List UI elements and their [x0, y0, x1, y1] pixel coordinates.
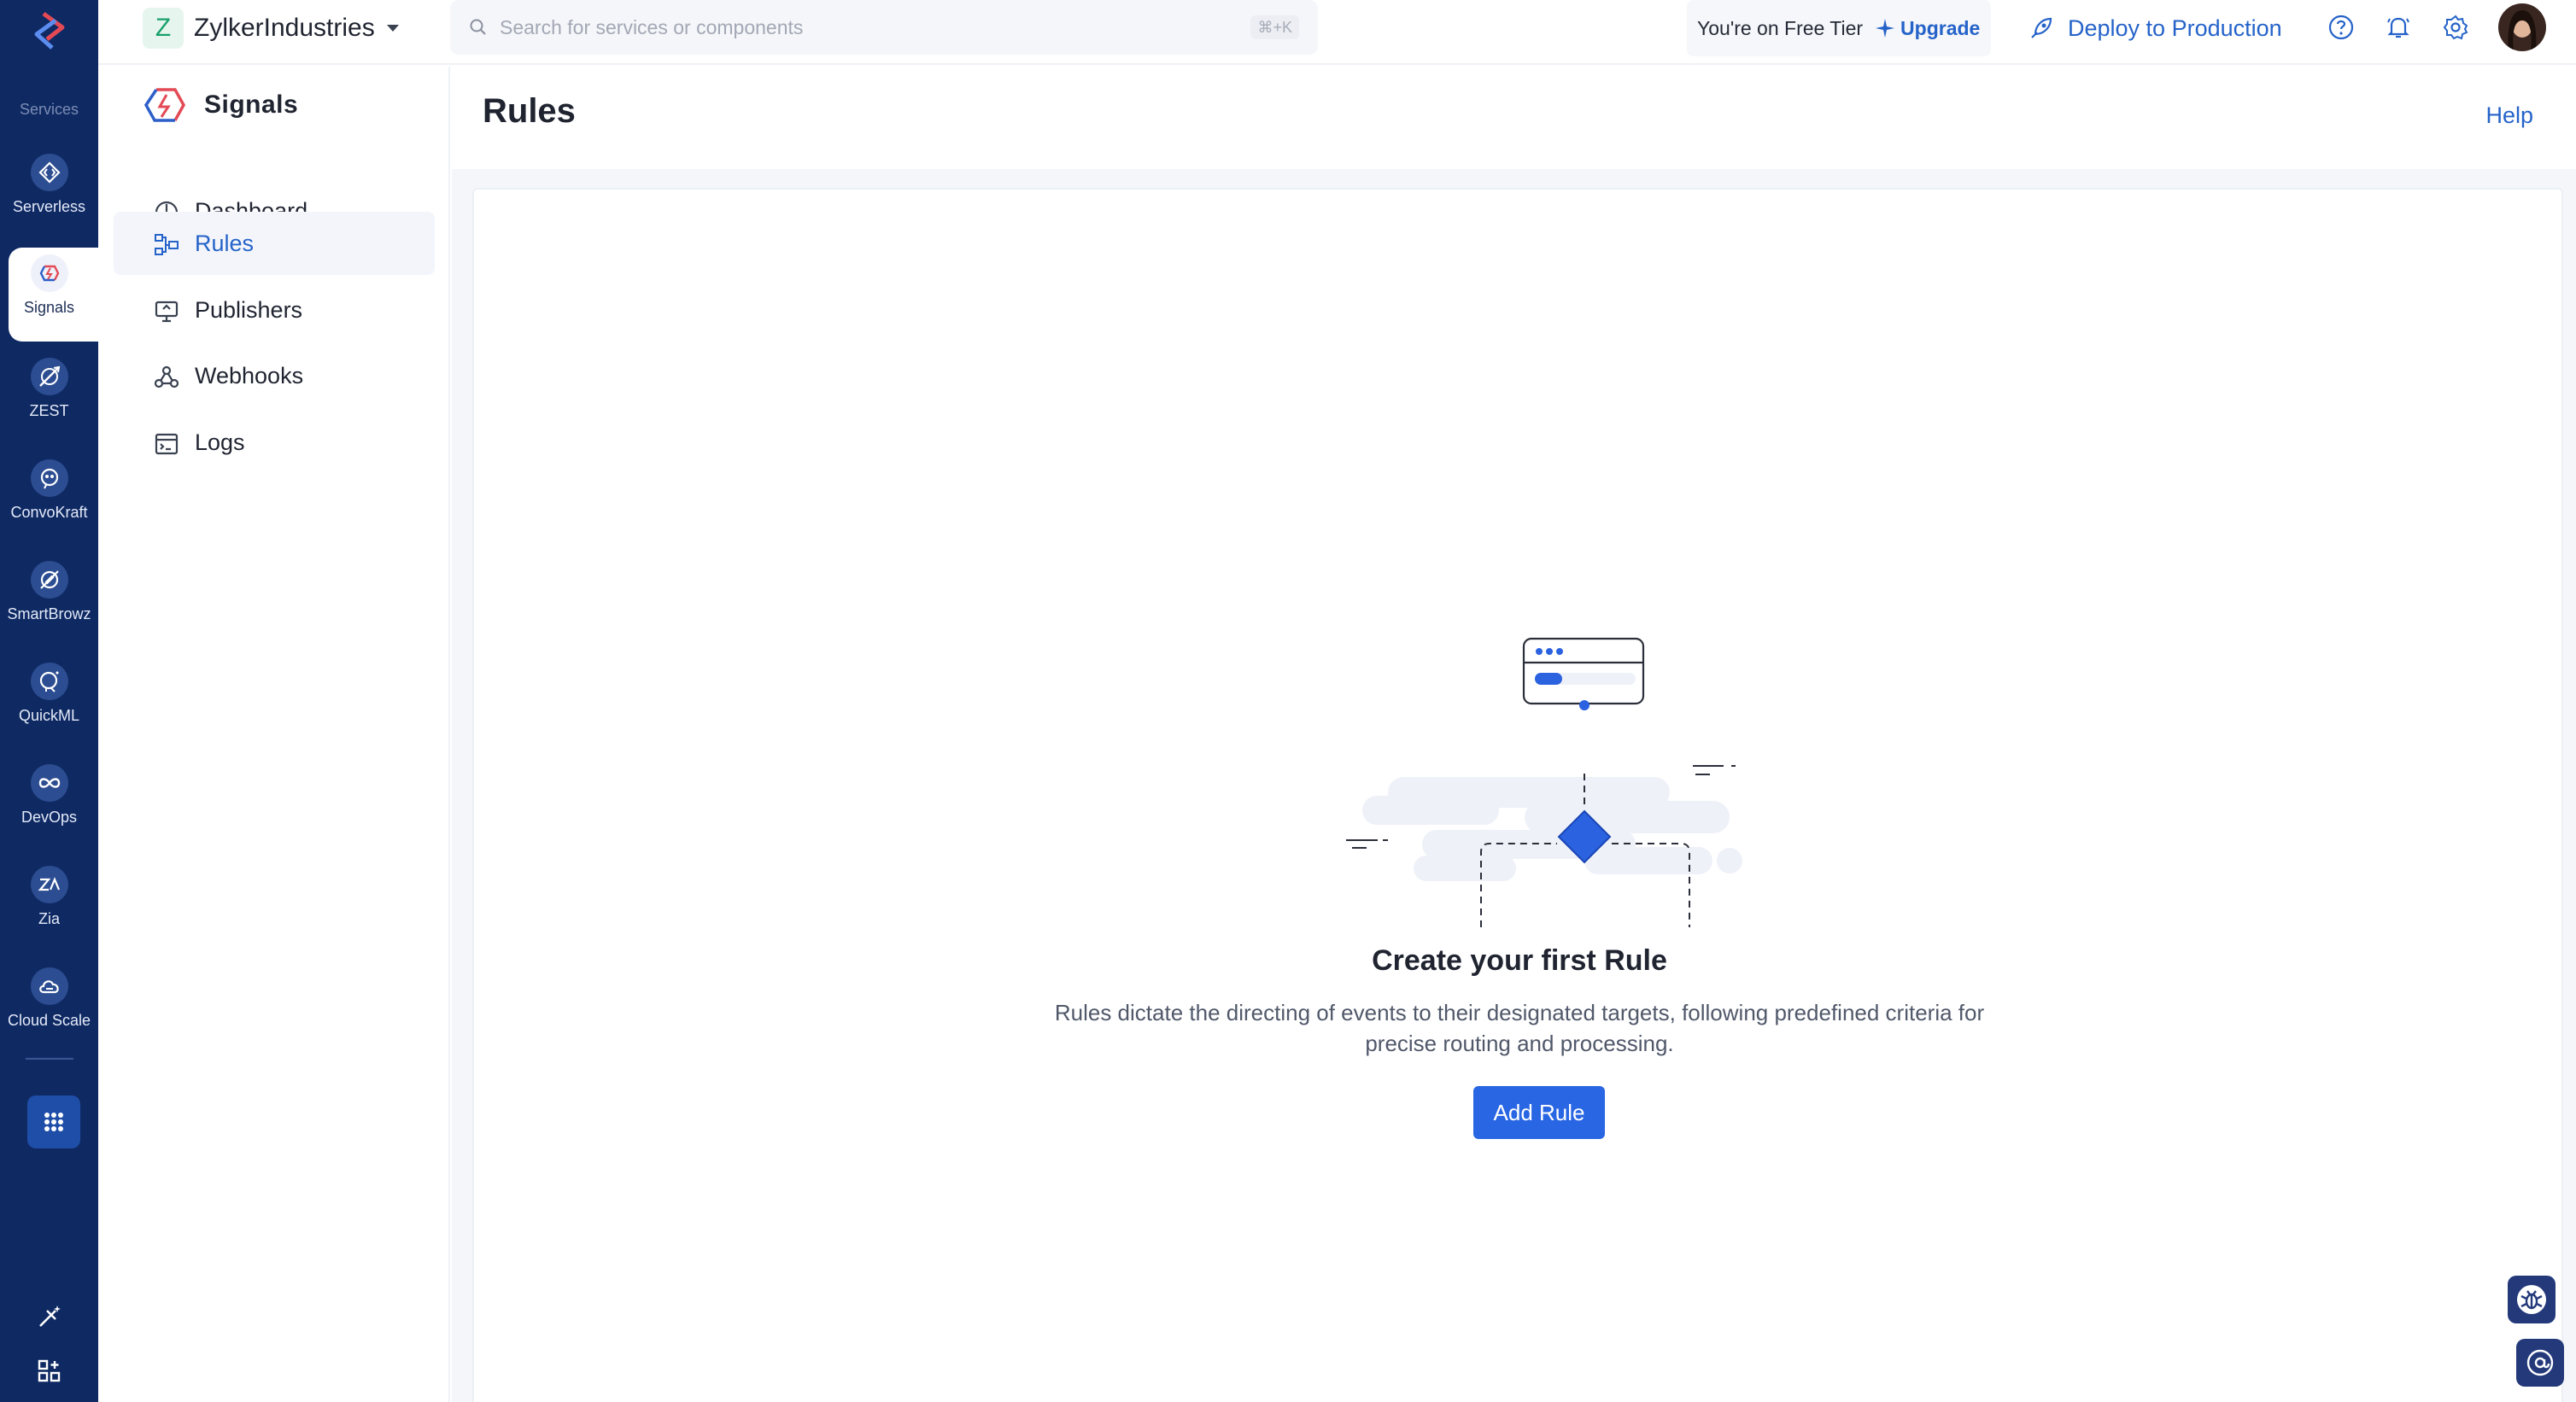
org-avatar: Z	[143, 8, 184, 49]
org-name: ZylkerIndustries	[194, 14, 375, 42]
empty-state-desc-line-1: Rules dictate the directing of events to…	[1054, 1000, 1985, 1025]
plan-tier-banner: You're on Free Tier Upgrade	[1687, 0, 1991, 56]
rail-item-label: SmartBrowz	[7, 605, 91, 622]
all-apps-button[interactable]	[27, 1095, 80, 1148]
rules-empty-illustration	[1346, 637, 1742, 927]
rail-item-label: ConvoKraft	[10, 504, 88, 521]
services-rail: Services Serverless Signals ZEST ConvoKr…	[0, 0, 98, 1402]
rules-icon	[155, 234, 179, 255]
rail-item-quickml[interactable]: QuickML	[0, 656, 98, 750]
rail-item-devops[interactable]: DevOps	[0, 757, 98, 851]
sidebar-item-rules[interactable]: Rules	[114, 212, 435, 275]
rail-divider	[26, 1058, 73, 1060]
bug-report-button[interactable]	[2508, 1276, 2556, 1323]
signals-icon	[31, 254, 68, 292]
ml-head-icon	[31, 663, 68, 700]
rail-item-convokraft[interactable]: ConvoKraft	[0, 453, 98, 546]
bot-face-icon	[31, 459, 68, 497]
rail-item-signals[interactable]: Signals	[9, 248, 98, 342]
upgrade-link[interactable]: Upgrade	[1875, 17, 1980, 40]
sidebar-header: Signals	[141, 79, 298, 131]
search-input[interactable]	[500, 15, 1149, 39]
rail-item-label: ZEST	[29, 402, 69, 419]
grid-dots-icon	[44, 1113, 63, 1131]
empty-state-description: Rules dictate the directing of events to…	[1007, 997, 2032, 1059]
services-heading: Services	[19, 101, 79, 118]
compass-icon	[31, 561, 68, 599]
sidebar-item-label: Webhooks	[195, 362, 304, 388]
rail-item-cloud-scale[interactable]: Cloud Scale	[0, 961, 98, 1054]
upgrade-label: Upgrade	[1900, 16, 1981, 39]
org-switcher[interactable]: Z ZylkerIndustries	[143, 7, 401, 50]
rail-item-label: Cloud Scale	[7, 1012, 91, 1029]
webhooks-icon	[154, 365, 179, 388]
add-widget-icon[interactable]	[32, 1354, 67, 1388]
rail-item-label: Serverless	[12, 198, 86, 215]
page-header: Rules Help	[452, 67, 2576, 169]
tier-text: You're on Free Tier	[1697, 16, 1864, 39]
rail-item-label: Zia	[38, 910, 60, 927]
rail-item-zest[interactable]: ZEST	[0, 351, 98, 445]
deploy-to-production-button[interactable]: Deploy to Production	[2029, 10, 2282, 46]
help-circle-icon[interactable]	[2324, 10, 2358, 44]
deploy-label: Deploy to Production	[2068, 15, 2282, 41]
publishers-icon	[155, 301, 179, 323]
settings-gear-icon[interactable]	[2438, 10, 2473, 44]
sidebar-item-label: Publishers	[195, 296, 303, 323]
zest-icon	[31, 358, 68, 395]
user-avatar[interactable]	[2498, 3, 2546, 51]
add-rule-button[interactable]: Add Rule	[1473, 1086, 1605, 1139]
bug-icon	[2517, 1285, 2546, 1314]
sidebar-item-label: Logs	[195, 429, 245, 455]
signals-logo-icon	[143, 88, 186, 122]
sidebar-item-publishers[interactable]: Publishers	[114, 278, 435, 342]
code-diamond-icon	[31, 154, 68, 191]
empty-state-title: Create your first Rule	[1372, 944, 1667, 977]
empty-state-panel: Create your first Rule Rules dictate the…	[472, 188, 2563, 1402]
infinity-icon	[31, 764, 68, 802]
sidebar-item-label: Rules	[195, 230, 255, 256]
rail-item-smartbrowz[interactable]: SmartBrowz	[0, 554, 98, 648]
rail-item-label: Signals	[23, 299, 75, 316]
signals-sidebar: Signals Dashboard Rules Publishers Webho…	[98, 67, 450, 1402]
page-title: Rules	[483, 92, 576, 130]
logs-icon	[155, 433, 179, 455]
rail-item-label: DevOps	[20, 809, 78, 826]
sidebar-title: Signals	[204, 91, 299, 119]
main-content: Rules Help Create your first Rule Rules …	[452, 67, 2576, 1402]
catalyst-logo-icon[interactable]	[26, 9, 73, 56]
empty-state-desc-line-2: precise routing and processing.	[1365, 1031, 1674, 1056]
at-sign-chat-icon	[2526, 1349, 2554, 1376]
rail-item-label: QuickML	[18, 707, 79, 724]
zia-icon	[31, 866, 68, 903]
sidebar-item-logs[interactable]: Logs	[114, 411, 435, 474]
search-shortcut-hint: ⌘+K	[1250, 15, 1299, 39]
help-link[interactable]: Help	[2485, 102, 2533, 129]
rail-item-zia[interactable]: Zia	[0, 859, 98, 953]
cloud-icon	[31, 967, 68, 1005]
chat-support-button[interactable]	[2516, 1339, 2564, 1387]
rail-item-serverless[interactable]: Serverless	[0, 147, 98, 241]
global-search[interactable]: ⌘+K	[450, 0, 1318, 55]
top-bar: Z ZylkerIndustries ⌘+K You're on Free Ti…	[98, 0, 2576, 65]
notification-bell-icon[interactable]	[2381, 10, 2415, 44]
search-icon	[470, 19, 486, 35]
caret-down-icon	[386, 25, 399, 32]
sparkle-icon	[1876, 19, 1895, 38]
rocket-icon	[2031, 17, 2052, 38]
magic-tools-icon[interactable]	[32, 1300, 67, 1334]
sidebar-item-webhooks[interactable]: Webhooks	[114, 344, 435, 407]
